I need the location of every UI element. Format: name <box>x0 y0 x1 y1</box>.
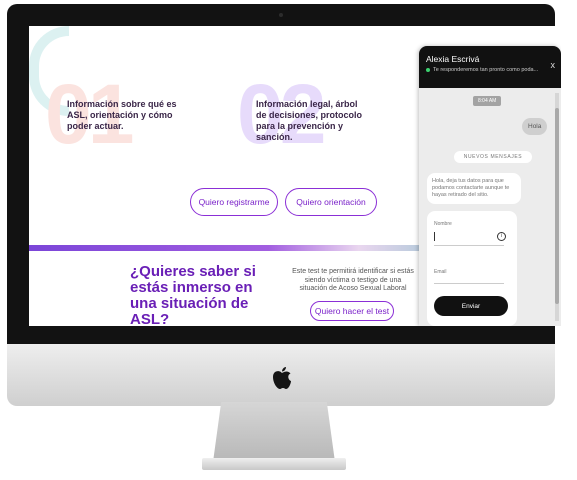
monitor-stand-base <box>202 458 346 470</box>
name-input[interactable] <box>434 245 504 246</box>
email-underline <box>434 283 504 284</box>
camera <box>279 13 283 17</box>
monitor-bezel: 01 Información sobre qué es ASL, orienta… <box>7 4 561 344</box>
chat-header: Alexia Escrivá Te responderemos tan pron… <box>419 46 561 88</box>
status-dot-icon <box>426 67 430 72</box>
imac-monitor: 01 Información sobre qué es ASL, orienta… <box>7 4 561 406</box>
chat-scrollbar-thumb[interactable] <box>555 108 559 304</box>
send-button[interactable]: Enviar <box>434 296 508 316</box>
agent-name: Alexia Escrivá <box>426 54 480 64</box>
new-messages-divider: NUEVOS MENSAJES <box>454 151 532 163</box>
email-input[interactable]: Email <box>434 269 447 275</box>
agent-status: Te responderemos tan pronto como poda... <box>426 67 554 73</box>
user-message-bubble: Hola <box>522 118 548 135</box>
quiz-description: Este test te permitirá identificar si es… <box>292 268 414 292</box>
feature-text-02: Información legal, árbol de decisiones, … <box>256 99 363 142</box>
apple-logo-icon <box>273 367 291 389</box>
monitor-chin <box>7 344 555 406</box>
contact-form: Nombre i Email Enviar <box>427 211 517 326</box>
quiz-title: ¿Quieres saber si estás inmerso en una s… <box>130 263 256 327</box>
feature-text-01: Información sobre qué es ASL, orientació… <box>67 99 177 131</box>
website-screen: 01 Información sobre qué es ASL, orienta… <box>29 26 561 326</box>
orientation-button[interactable]: Quiero orientación <box>285 188 377 216</box>
name-label: Nombre <box>434 221 452 227</box>
agent-message-bubble: Hola, deja tus datos para que podamos co… <box>427 173 521 204</box>
name-input-caret[interactable] <box>434 232 435 241</box>
register-button[interactable]: Quiero registrarme <box>190 188 278 216</box>
status-text: Te responderemos tan pronto como poda... <box>433 67 539 73</box>
monitor-stand <box>213 402 335 460</box>
info-icon[interactable]: i <box>497 232 506 241</box>
close-icon[interactable]: x <box>551 60 556 70</box>
take-test-button[interactable]: Quiero hacer el test <box>310 301 394 321</box>
message-timestamp: 8:04 AM <box>473 96 502 106</box>
chat-widget: Alexia Escrivá Te responderemos tan pron… <box>419 46 561 326</box>
